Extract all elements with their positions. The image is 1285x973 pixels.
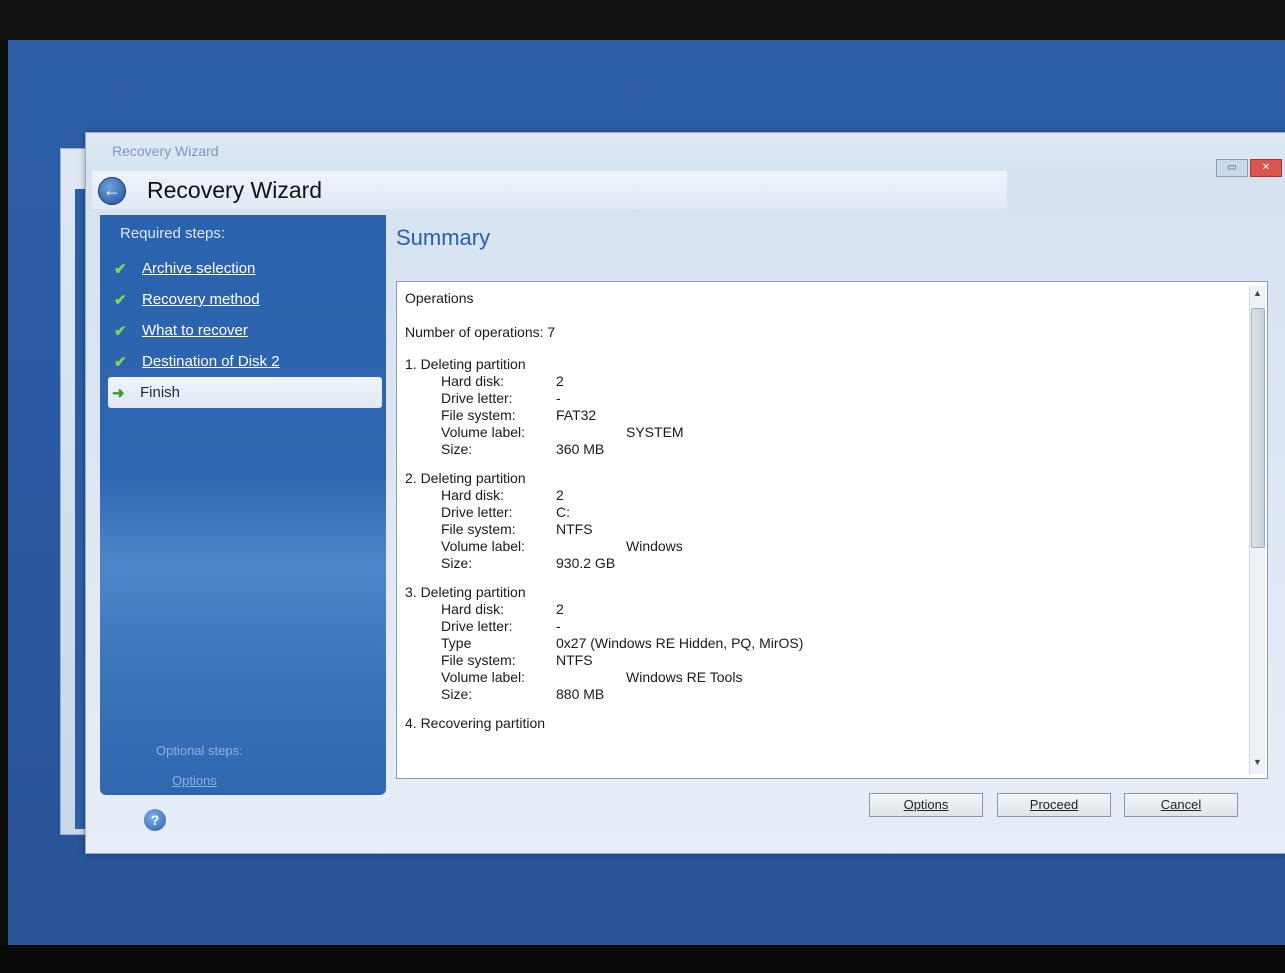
operation-prop: Volume label: SYSTEM [405, 424, 1225, 441]
operation-title: 3. Deleting partition [405, 584, 526, 600]
prop-key: File system: [441, 521, 516, 537]
cancel-button[interactable]: Cancel [1124, 793, 1238, 817]
step-what-to-recover[interactable]: ✔ What to recover [110, 315, 382, 346]
options-link[interactable]: Options [172, 773, 217, 788]
operation-prop: File system: FAT32 [405, 407, 1225, 424]
monitor-bezel-top [0, 0, 1285, 40]
operation-block: 1. Deleting partition Hard disk: 2 Drive … [405, 356, 1225, 458]
prop-value: 360 MB [556, 441, 605, 457]
prop-value: SYSTEM [626, 424, 684, 440]
operation-title: 1. Deleting partition [405, 356, 526, 372]
operation-prop: Hard disk: 2 [405, 487, 1225, 504]
proceed-button[interactable]: Proceed [997, 793, 1111, 817]
prop-key: File system: [441, 407, 516, 423]
prop-key: Hard disk: [441, 601, 505, 617]
wizard-header: ← Recovery Wizard [92, 171, 1007, 209]
prop-value: - [556, 618, 561, 634]
prop-value: 930.2 GB [556, 555, 616, 571]
steps-sidebar: Required steps: ✔ Archive selection ✔ Re… [100, 215, 386, 795]
checkmark-icon: ✔ [114, 260, 127, 278]
checkmark-icon: ✔ [114, 353, 127, 371]
required-steps-heading: Required steps: [120, 225, 226, 242]
prop-value: 880 MB [556, 686, 605, 702]
prop-value: NTFS [556, 521, 593, 537]
step-label: Finish [140, 384, 181, 401]
operation-prop: Type 0x27 (Windows RE Hidden, PQ, MirOS) [405, 635, 1225, 652]
step-archive-selection[interactable]: ✔ Archive selection [110, 253, 382, 284]
prop-key: Volume label: [441, 669, 526, 685]
prop-value: - [556, 390, 561, 406]
summary-textbox[interactable]: Operations Number of operations: 7 1. De… [396, 281, 1268, 779]
current-step-arrow-icon: ➜ [112, 384, 125, 402]
scroll-thumb[interactable] [1251, 308, 1265, 548]
operation-block: 2. Deleting partition Hard disk: 2 Drive … [405, 470, 1225, 572]
operation-prop: Size: 360 MB [405, 441, 1225, 458]
titlebar-text: Recovery Wizard [112, 143, 219, 159]
summary-content: Operations Number of operations: 7 1. De… [405, 288, 1225, 744]
prop-value: Windows [626, 538, 683, 554]
operations-title: Operations [405, 290, 474, 306]
monitor-bezel-bottom [0, 945, 1285, 973]
prop-key: Size: [441, 686, 473, 702]
operation-block: 4. Recovering partition [405, 715, 1225, 732]
prop-value: 2 [556, 601, 564, 617]
operation-prop: Volume label: Windows [405, 538, 1225, 555]
operation-prop: Hard disk: 2 [405, 601, 1225, 618]
checkmark-icon: ✔ [114, 322, 127, 340]
window-controls: ▭ ✕ [1216, 159, 1282, 177]
operation-prop: Volume label: Windows RE Tools [405, 669, 1225, 686]
scroll-down-arrow-icon[interactable]: ▼ [1250, 757, 1265, 772]
operations-count: Number of operations: 7 [405, 324, 556, 340]
prop-value: NTFS [556, 652, 593, 668]
scroll-up-arrow-icon[interactable]: ▲ [1250, 288, 1265, 303]
step-label[interactable]: Archive selection [142, 260, 255, 277]
recovery-wizard-window: Recovery Wizard ▭ ✕ ← Recovery Wizard Re… [85, 132, 1285, 854]
operation-title: 2. Deleting partition [405, 470, 526, 486]
prop-value: 2 [556, 487, 564, 503]
step-label[interactable]: What to recover [142, 322, 248, 339]
operation-prop: Drive letter: C: [405, 504, 1225, 521]
prop-value: C: [556, 504, 570, 520]
steps-list: ✔ Archive selection ✔ Recovery method ✔ … [108, 253, 382, 408]
operation-prop: Size: 930.2 GB [405, 555, 1225, 572]
step-recovery-method[interactable]: ✔ Recovery method [110, 284, 382, 315]
operation-prop: Hard disk: 2 [405, 373, 1225, 390]
prop-value: 0x27 (Windows RE Hidden, PQ, MirOS) [556, 635, 804, 651]
restore-icon[interactable]: ▭ [1216, 159, 1248, 177]
page-title: Summary [396, 225, 491, 250]
operation-prop: Size: 880 MB [405, 686, 1225, 703]
close-icon[interactable]: ✕ [1250, 159, 1282, 177]
prop-key: Size: [441, 441, 473, 457]
summary-scrollbar[interactable]: ▲ ▼ [1249, 286, 1265, 774]
step-label[interactable]: Recovery method [142, 291, 260, 308]
prop-key: Hard disk: [441, 487, 505, 503]
wizard-title: Recovery Wizard [147, 177, 323, 203]
prop-key: File system: [441, 652, 516, 668]
prop-value: 2 [556, 373, 564, 389]
prop-key: Drive letter: [441, 618, 513, 634]
operation-prop: File system: NTFS [405, 521, 1225, 538]
prop-key: Drive letter: [441, 390, 513, 406]
step-destination[interactable]: ✔ Destination of Disk 2 [110, 346, 382, 377]
prop-value: Windows RE Tools [626, 669, 743, 685]
prop-key: Size: [441, 555, 473, 571]
prop-key: Volume label: [441, 538, 526, 554]
back-arrow-icon[interactable]: ← [98, 177, 126, 205]
options-button[interactable]: Options [869, 793, 983, 817]
operation-prop: Drive letter: - [405, 618, 1225, 635]
step-label[interactable]: Destination of Disk 2 [142, 353, 280, 370]
operation-prop: Drive letter: - [405, 390, 1225, 407]
step-finish[interactable]: ➜ Finish [108, 377, 382, 408]
operation-title: 4. Recovering partition [405, 715, 546, 731]
prop-key: Hard disk: [441, 373, 505, 389]
operation-block: 3. Deleting partition Hard disk: 2 Drive … [405, 584, 1225, 703]
prop-value: FAT32 [556, 407, 597, 423]
help-icon[interactable]: ? [144, 809, 166, 831]
prop-key: Type [441, 635, 472, 651]
checkmark-icon: ✔ [114, 291, 127, 309]
optional-steps-heading: Optional steps: [156, 743, 243, 758]
prop-key: Volume label: [441, 424, 526, 440]
prop-key: Drive letter: [441, 504, 513, 520]
operation-prop: File system: NTFS [405, 652, 1225, 669]
